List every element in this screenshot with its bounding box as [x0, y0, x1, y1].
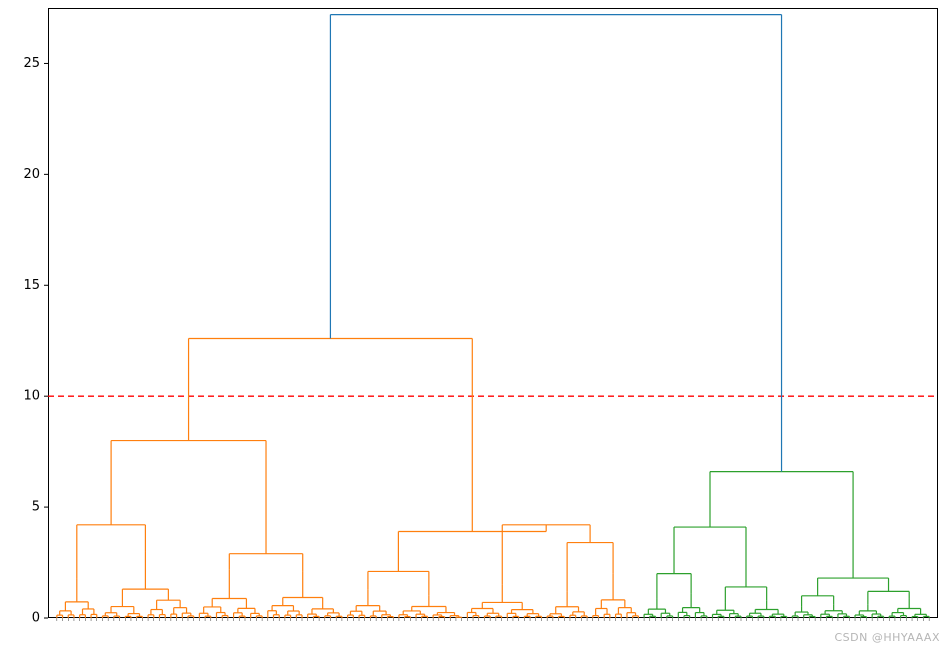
dendrogram-figure: 0 5 10 15 20 25 CSDN @HHYAAAX: [0, 0, 946, 646]
watermark: CSDN @HHYAAAX: [835, 631, 941, 644]
svg-text:5: 5: [32, 500, 40, 515]
svg-text:25: 25: [23, 56, 40, 71]
y-axis-ticks: 0 5 10 15 20 25: [23, 56, 48, 626]
dendrogram-lines: [57, 15, 929, 618]
svg-text:20: 20: [23, 167, 40, 182]
svg-text:0: 0: [32, 611, 40, 626]
svg-text:10: 10: [23, 389, 40, 404]
x-axis-leaf-labels: [57, 618, 929, 621]
dendrogram-plot: 0510152025: [48, 8, 938, 618]
svg-text:15: 15: [23, 278, 40, 293]
